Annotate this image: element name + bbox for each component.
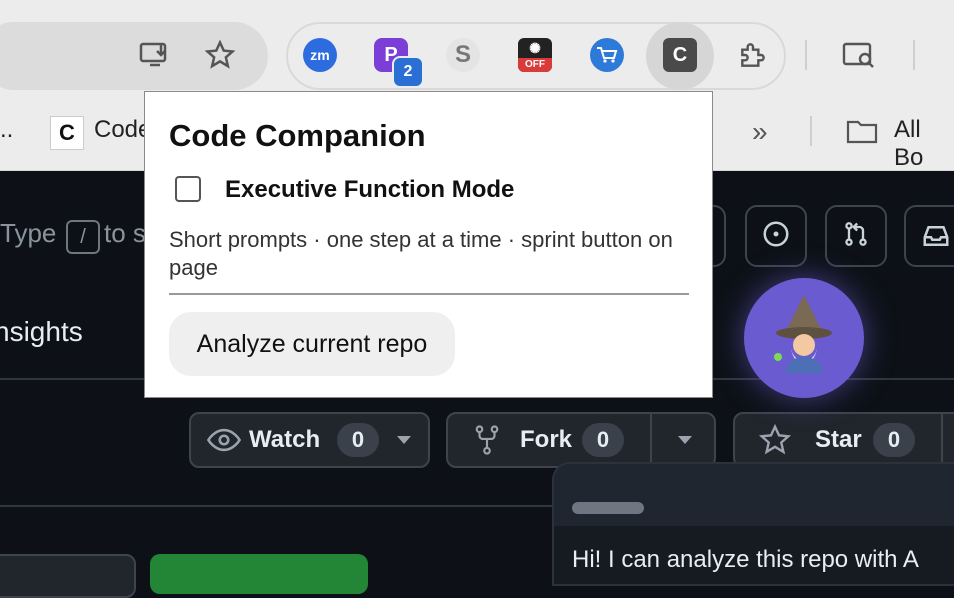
popup-divider xyxy=(169,293,689,295)
all-bookmarks[interactable]: All Bo xyxy=(894,116,954,172)
s-extension-icon[interactable]: S xyxy=(446,38,480,72)
chat-header xyxy=(554,464,954,526)
zoom-extension-icon[interactable]: zm xyxy=(303,38,337,72)
code-companion-extension-icon[interactable]: C xyxy=(663,38,697,72)
eye-icon xyxy=(207,414,241,466)
search-slash-key: / xyxy=(66,220,100,254)
search-hint-left: Type xyxy=(0,218,57,248)
watch-dropdown-icon[interactable] xyxy=(395,414,413,466)
mode-description: Short prompts · one step at a time · spr… xyxy=(169,227,673,280)
star-split-divider xyxy=(941,414,943,466)
fork-icon xyxy=(474,414,500,466)
code-button[interactable] xyxy=(150,554,368,594)
more-bookmarks-chevron-icon[interactable]: » xyxy=(752,116,768,148)
tab-insights[interactable]: nsights xyxy=(0,316,83,348)
star-label: Star xyxy=(815,426,862,453)
branch-button[interactable] xyxy=(0,554,136,598)
wizard-icon xyxy=(769,293,839,384)
fork-button[interactable]: Fork 0 xyxy=(446,412,716,468)
executive-function-label[interactable]: Executive Function Mode xyxy=(225,176,514,204)
fork-count: 0 xyxy=(582,423,624,457)
folder-icon xyxy=(846,118,878,149)
tab-search-icon[interactable] xyxy=(842,38,876,72)
pull-requests-button[interactable] xyxy=(825,205,887,267)
bookmark-favicon: C xyxy=(50,116,84,150)
bookmark-code[interactable]: Code xyxy=(94,116,151,144)
off-extension-icon[interactable]: OFF ✺ xyxy=(518,38,552,72)
star-count: 0 xyxy=(873,423,915,457)
bookmark-star-icon[interactable] xyxy=(203,38,237,72)
popup-title: Code Companion xyxy=(169,118,426,153)
cart-extension-icon[interactable] xyxy=(590,38,624,72)
issues-button[interactable] xyxy=(745,205,807,267)
watch-count: 0 xyxy=(337,423,379,457)
pull-request-icon xyxy=(842,219,870,254)
install-app-icon[interactable] xyxy=(138,38,172,72)
toolbar-separator xyxy=(913,40,915,70)
chat-drag-handle[interactable] xyxy=(572,502,644,514)
star-icon xyxy=(759,414,791,466)
extensions-puzzle-icon[interactable] xyxy=(736,38,770,72)
analyze-repo-button[interactable]: Analyze current repo xyxy=(169,312,455,376)
bookmark-separator xyxy=(810,116,812,146)
watch-button[interactable]: Watch 0 xyxy=(189,412,430,468)
issue-circle-icon xyxy=(761,219,791,254)
star-button[interactable]: Star 0 xyxy=(733,412,954,468)
fork-label: Fork xyxy=(520,426,573,453)
inbox-button[interactable] xyxy=(904,205,954,267)
fork-split-divider xyxy=(650,414,652,466)
chat-panel: Hi! I can analyze this repo with A xyxy=(552,462,954,586)
watch-label: Watch xyxy=(249,426,321,453)
search-hint-right: to s xyxy=(104,218,146,248)
bookmark-partial[interactable]: .. xyxy=(0,116,13,144)
toolbar-separator xyxy=(805,40,807,70)
assistant-avatar[interactable] xyxy=(744,278,864,398)
content-divider xyxy=(0,505,560,507)
fork-dropdown-icon[interactable] xyxy=(676,414,694,466)
inbox-icon xyxy=(920,221,952,256)
code-companion-popup: Code Companion Executive Function Mode S… xyxy=(144,91,713,398)
executive-function-checkbox[interactable] xyxy=(175,176,201,202)
extension-badge: 2 xyxy=(392,56,424,88)
chat-greeting: Hi! I can analyze this repo with A xyxy=(572,546,919,573)
